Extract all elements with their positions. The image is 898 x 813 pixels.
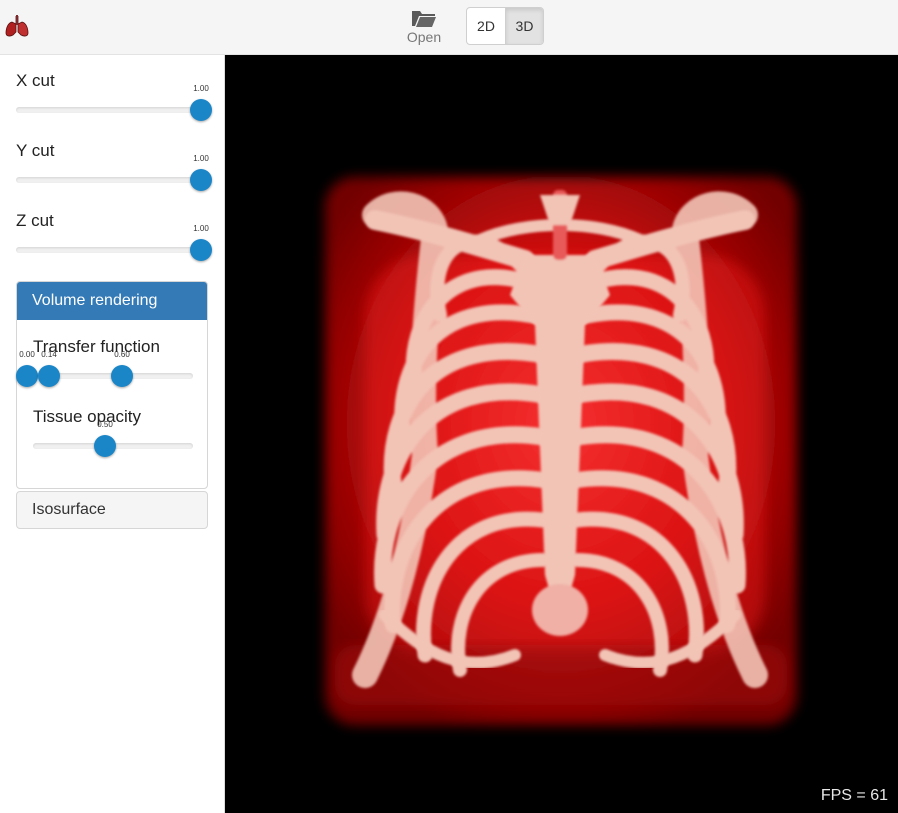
slider-value: 1.00	[193, 84, 209, 93]
slider-value: 0.14	[41, 350, 57, 359]
z-cut-label: Z cut	[16, 211, 54, 230]
folder-open-icon	[412, 11, 436, 27]
slider-value: 0.60	[114, 350, 130, 359]
fps-counter: FPS = 61	[820, 787, 888, 804]
slider-handle[interactable]	[94, 435, 116, 457]
lungs-icon	[5, 15, 29, 37]
x-cut-slider[interactable]: 1.00	[16, 84, 212, 121]
isosurface-panel-header[interactable]: Isosurface	[16, 491, 208, 529]
slider-track	[16, 247, 209, 253]
slider-handle[interactable]	[190, 99, 212, 121]
slider-track	[16, 177, 209, 183]
view-3d-button[interactable]: 3D	[505, 8, 543, 44]
open-label: Open	[406, 29, 442, 45]
slider-track	[16, 107, 209, 113]
open-button[interactable]: Open	[400, 5, 448, 47]
slider-value: 1.00	[193, 154, 209, 163]
sidebar: X cut 1.00 Y cut 1.00 Z cut 1.00 Volume …	[0, 55, 225, 813]
y-cut-slider[interactable]: 1.00	[16, 154, 212, 191]
slider-handle-high[interactable]	[111, 365, 133, 387]
view-mode-toggle: 2D 3D	[466, 7, 544, 45]
slider-value: 1.00	[193, 224, 209, 233]
x-cut-label: X cut	[16, 71, 55, 90]
slider-handle-mid[interactable]	[38, 365, 60, 387]
top-toolbar: Open 2D 3D	[0, 0, 898, 55]
view-2d-button[interactable]: 2D	[467, 8, 505, 44]
slider-handle[interactable]	[190, 239, 212, 261]
volume-rendering-panel: Volume rendering Transfer function 0.00 …	[16, 281, 208, 489]
slider-handle[interactable]	[190, 169, 212, 191]
tissue-opacity-slider[interactable]: 0.50	[33, 420, 193, 457]
render-viewport[interactable]: FPS = 61	[225, 55, 898, 813]
ribcage-volume-render	[325, 177, 797, 725]
z-cut-slider[interactable]: 1.00	[16, 224, 212, 261]
y-cut-label: Y cut	[16, 141, 55, 160]
slider-handle-low[interactable]	[16, 365, 38, 387]
transfer-function-slider[interactable]: 0.00 0.14 0.60	[16, 350, 193, 387]
volume-rendering-header[interactable]: Volume rendering	[17, 282, 207, 320]
slider-value: 0.50	[97, 420, 113, 429]
